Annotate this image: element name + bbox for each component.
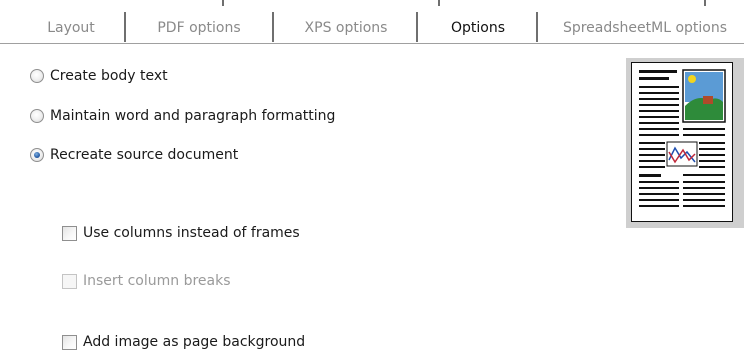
- tab-spreadsheetml-options[interactable]: SpreadsheetML options: [546, 12, 744, 44]
- tab-marker: [438, 0, 440, 6]
- tab-strip: Layout PDF options XPS options Options S…: [0, 0, 744, 44]
- use-columns-checkbox[interactable]: [62, 225, 77, 241]
- tab-divider: [272, 12, 274, 42]
- recreate-source-option[interactable]: Recreate source document: [30, 144, 238, 166]
- tab-marker: [704, 0, 706, 6]
- document-layout-preview-icon: [631, 62, 733, 222]
- tab-xps-options[interactable]: XPS options: [276, 12, 416, 44]
- add-image-background-option[interactable]: Add image as page background: [62, 331, 305, 353]
- maintain-formatting-label[interactable]: Maintain word and paragraph formatting: [50, 108, 335, 124]
- maintain-formatting-radio[interactable]: [30, 109, 44, 123]
- recreate-source-radio[interactable]: [30, 148, 44, 162]
- tab-marker: [222, 0, 224, 6]
- insert-column-breaks-label: Insert column breaks: [83, 273, 231, 289]
- insert-column-breaks-option: Insert column breaks: [62, 270, 231, 292]
- tab-divider: [536, 12, 538, 42]
- create-body-text-option[interactable]: Create body text: [30, 65, 168, 87]
- add-image-background-label[interactable]: Add image as page background: [83, 334, 305, 350]
- create-body-text-label[interactable]: Create body text: [50, 68, 168, 84]
- tab-options[interactable]: Options: [420, 12, 536, 44]
- use-columns-label[interactable]: Use columns instead of frames: [83, 225, 300, 241]
- tab-divider: [416, 12, 418, 42]
- tab-pdf-options[interactable]: PDF options: [128, 12, 270, 44]
- tab-divider: [124, 12, 126, 42]
- add-image-background-checkbox[interactable]: [62, 334, 77, 350]
- insert-column-breaks-checkbox: [62, 273, 77, 289]
- maintain-formatting-option[interactable]: Maintain word and paragraph formatting: [30, 105, 335, 127]
- create-body-text-radio[interactable]: [30, 69, 44, 83]
- tab-layout[interactable]: Layout: [18, 12, 124, 44]
- use-columns-option[interactable]: Use columns instead of frames: [62, 222, 300, 244]
- tab-strip-border: [0, 43, 744, 44]
- recreate-source-label[interactable]: Recreate source document: [50, 147, 238, 163]
